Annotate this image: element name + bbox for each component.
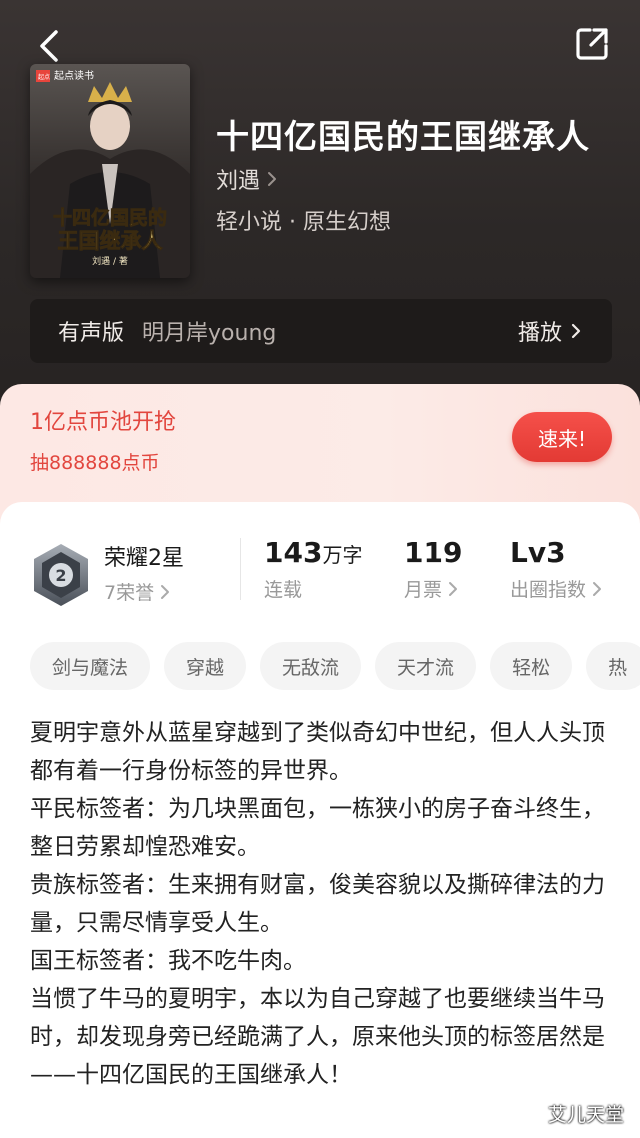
- audio-version-bar[interactable]: 有声版 明月岸young 播放: [30, 299, 612, 363]
- chevron-left-icon: [40, 30, 58, 62]
- rank-name: 荣耀2星: [104, 546, 184, 571]
- word-count-value: 143: [264, 536, 323, 569]
- svg-text:王国继承人: 王国继承人: [58, 229, 163, 253]
- watermark: 艾儿天堂: [548, 1104, 625, 1126]
- popularity-level: Lv3: [510, 536, 566, 569]
- description-paragraph: 贵族标签者：生来拥有财富，俊美容貌以及撕碎律法的力量，只需尽情享受人生。: [30, 872, 605, 936]
- stats-divider: [240, 538, 241, 600]
- monthly-ticket-value: 119: [404, 536, 463, 569]
- stats-row: 2 荣耀2星 7荣誉 143万字 连载 119 月票 Lv3 出圈指数: [0, 536, 640, 616]
- back-button[interactable]: [30, 26, 70, 66]
- word-count-unit: 万字: [322, 543, 363, 567]
- description-paragraph: 当惯了牛马的夏明宇，本以为自己穿越了也要继续当牛马时，却发现身旁已经跪满了人，原…: [30, 986, 605, 1088]
- book-description: 夏明宇意外从蓝星穿越到了类似奇幻中世纪，但人人头顶都有着一行身份标签的异世界。 …: [30, 714, 610, 1094]
- chevron-right-icon: [161, 584, 170, 599]
- svg-text:2: 2: [55, 566, 66, 585]
- play-label: 播放: [517, 321, 562, 346]
- promo-go-button[interactable]: 速来!: [512, 412, 612, 462]
- tag-list: 剑与魔法 穿越 无敌流 天才流 轻松 热: [30, 642, 640, 690]
- monthly-ticket-stat[interactable]: 119 月票: [404, 536, 462, 602]
- book-hero: 起点 起点读书 十四亿国民的 王国继承人 刘遇 / 著 十四亿国民的王国继承人 …: [0, 0, 640, 420]
- play-button[interactable]: 播放: [518, 315, 582, 347]
- tag-chip[interactable]: 轻松: [490, 642, 573, 690]
- audio-narrator: 明月岸young: [142, 321, 277, 346]
- monthly-ticket-label: 月票: [404, 579, 443, 601]
- chevron-right-icon: [268, 172, 277, 186]
- chevron-right-icon: [571, 323, 581, 339]
- author-link[interactable]: 刘遇: [216, 163, 278, 195]
- share-icon: [576, 28, 608, 60]
- audio-label: 有声版: [58, 321, 125, 346]
- book-title: 十四亿国民的王国继承人: [216, 117, 590, 156]
- rank-honor-link[interactable]: 7荣誉: [104, 578, 170, 605]
- svg-text:起点读书: 起点读书: [54, 69, 94, 82]
- tag-chip[interactable]: 穿越: [164, 642, 247, 690]
- promo-subtitle: 抽888888点币: [30, 452, 160, 474]
- word-count-stat: 143万字 连载: [264, 536, 362, 602]
- book-detail-panel: 2 荣耀2星 7荣誉 143万字 连载 119 月票 Lv3 出圈指数 剑与魔法…: [0, 502, 640, 1138]
- description-paragraph: 平民标签者：为几块黑面包，一栋狭小的房子奋斗终生，整日劳累却惶恐难安。: [30, 796, 605, 860]
- book-cover[interactable]: 起点 起点读书 十四亿国民的 王国继承人 刘遇 / 著: [30, 64, 190, 278]
- cover-art: 起点 起点读书 十四亿国民的 王国继承人 刘遇 / 著: [30, 64, 190, 278]
- tag-chip[interactable]: 剑与魔法: [30, 642, 151, 690]
- book-genre: 轻小说 · 原生幻想: [216, 210, 391, 235]
- svg-text:十四亿国民的: 十四亿国民的: [53, 206, 167, 229]
- popularity-index-stat[interactable]: Lv3 出圈指数: [510, 536, 602, 602]
- chevron-right-icon: [449, 581, 458, 596]
- svg-text:刘遇 / 著: 刘遇 / 著: [92, 255, 128, 267]
- tag-chip[interactable]: 无敌流: [260, 642, 362, 690]
- description-paragraph: 国王标签者：我不吃牛肉。: [30, 948, 306, 974]
- share-button[interactable]: [572, 24, 612, 64]
- promo-title: 1亿点币池开抢: [30, 410, 176, 435]
- description-paragraph: 夏明宇意外从蓝星穿越到了类似奇幻中世纪，但人人头顶都有着一行身份标签的异世界。: [30, 720, 605, 784]
- honor-badge-icon[interactable]: 2: [30, 542, 92, 608]
- serial-status: 连载: [264, 579, 303, 601]
- chevron-right-icon: [593, 581, 602, 596]
- tag-chip[interactable]: 天才流: [375, 642, 477, 690]
- rank-honor-count: 7荣誉: [104, 582, 155, 604]
- popularity-label: 出圈指数: [510, 579, 587, 601]
- svg-text:起点: 起点: [38, 73, 50, 81]
- author-name: 刘遇: [216, 169, 261, 194]
- tag-chip[interactable]: 热: [586, 642, 640, 690]
